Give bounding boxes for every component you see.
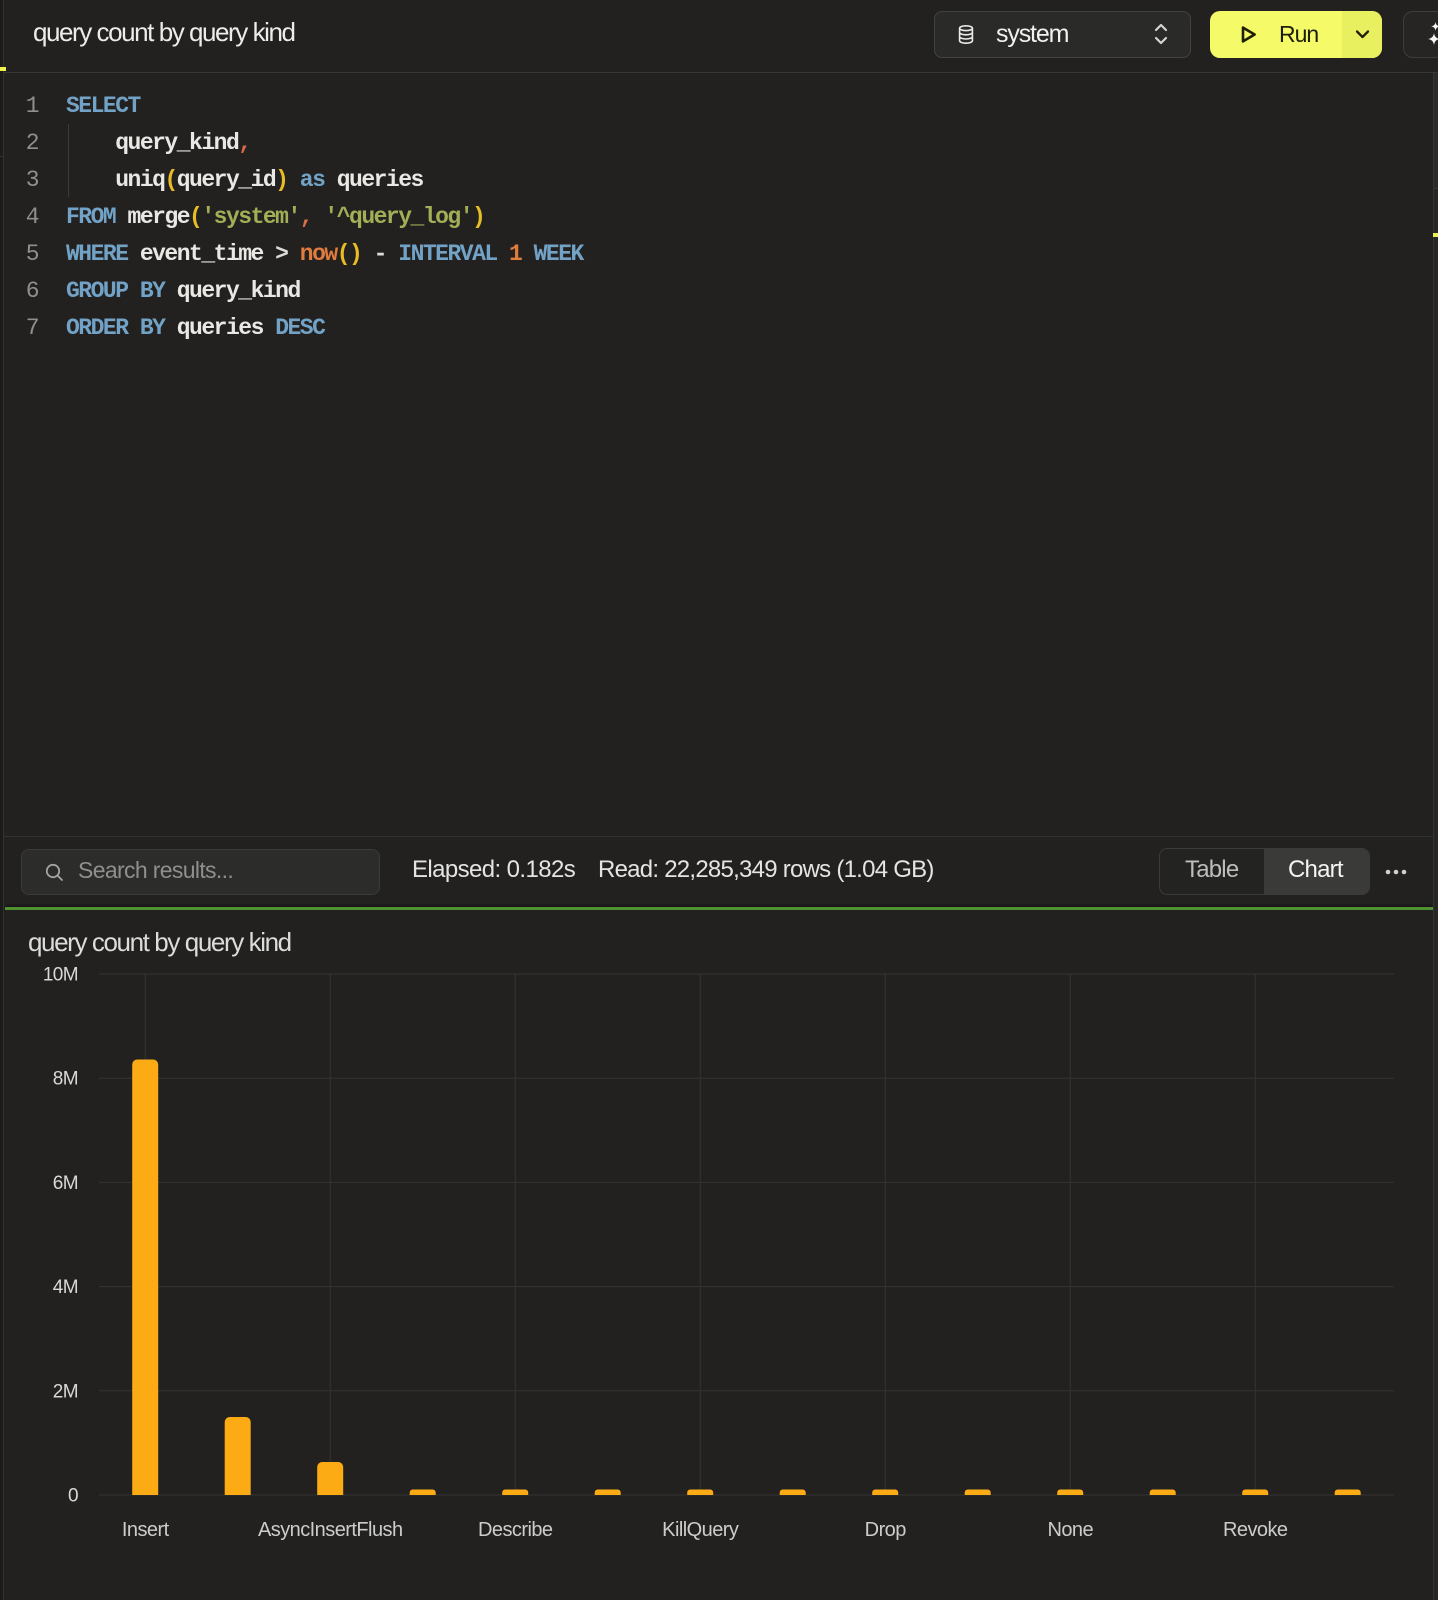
svg-text:2M: 2M	[53, 1381, 78, 1402]
svg-text:Drop: Drop	[865, 1519, 907, 1541]
svg-text:Revoke: Revoke	[1223, 1519, 1288, 1541]
svg-text:Describe: Describe	[478, 1519, 553, 1541]
svg-text:10M: 10M	[43, 965, 78, 986]
svg-text:6M: 6M	[53, 1173, 78, 1194]
svg-text:None: None	[1047, 1519, 1093, 1541]
svg-text:AsyncInsertFlush: AsyncInsertFlush	[258, 1519, 403, 1541]
svg-text:8M: 8M	[53, 1069, 78, 1090]
svg-text:4M: 4M	[53, 1277, 78, 1298]
svg-text:KillQuery: KillQuery	[662, 1519, 739, 1541]
svg-text:0: 0	[68, 1486, 78, 1507]
svg-text:Insert: Insert	[122, 1519, 170, 1541]
